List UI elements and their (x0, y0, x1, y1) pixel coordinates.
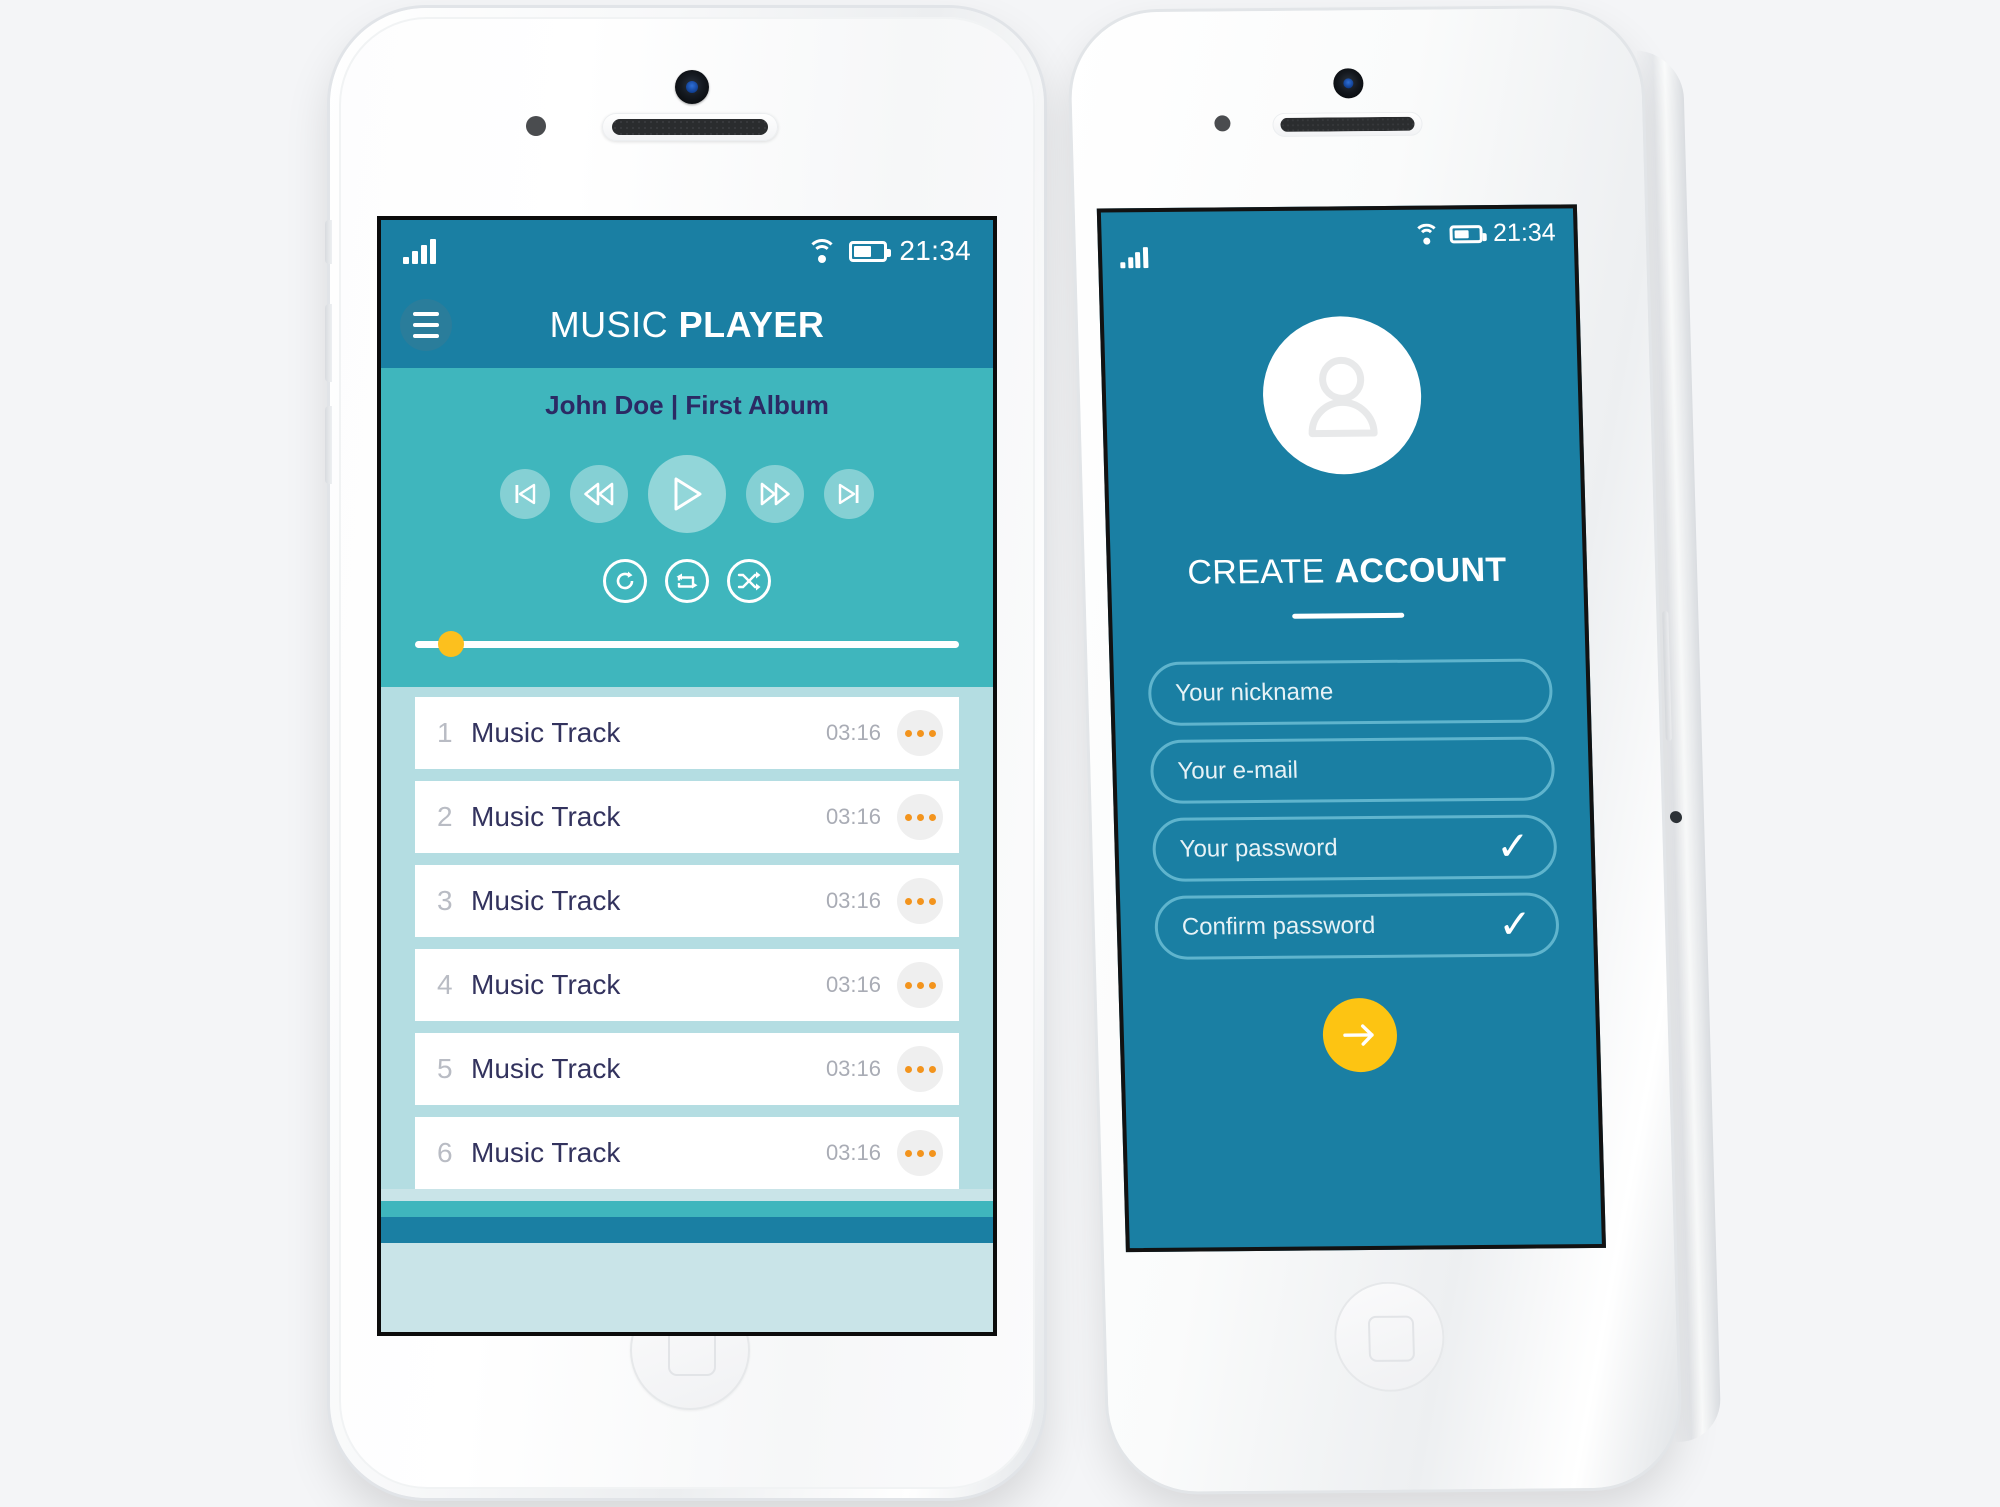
submit-button[interactable] (1321, 997, 1398, 1073)
volume-up-button[interactable] (325, 304, 332, 382)
phone-device-left: 21:34 MUSIC PLAYER John Doe | First Albu… (325, 8, 1044, 1498)
track-name: Music Track (471, 1053, 621, 1084)
track-name: Music Track (471, 1137, 621, 1168)
app-title-bold: PLAYER (678, 304, 825, 345)
footer-teal-strip (381, 1201, 993, 1217)
status-bar-left: 21:34 (381, 220, 993, 282)
more-options-icon[interactable] (897, 962, 943, 1008)
skip-previous-icon[interactable] (500, 469, 550, 519)
front-camera-icon (1332, 68, 1364, 99)
table-row[interactable]: 2 Music Track 03:16 (415, 781, 959, 853)
title-divider (1292, 612, 1405, 619)
email-placeholder: Your e-mail (1177, 756, 1299, 785)
status-time: 21:34 (899, 235, 971, 266)
app-title-light: MUSIC (549, 304, 669, 345)
more-options-icon[interactable] (897, 794, 943, 840)
music-player-screen: 21:34 MUSIC PLAYER John Doe | First Albu… (377, 216, 997, 1336)
signup-form: Your nickname Your e-mail Your password … (1147, 658, 1560, 960)
track-duration: 03:16 (825, 888, 881, 913)
confirm-password-field[interactable]: Confirm password ✓ (1153, 892, 1560, 960)
wifi-icon (807, 239, 838, 263)
avatar (1260, 315, 1424, 475)
skip-next-icon[interactable] (824, 469, 874, 519)
track-number: 2 (437, 801, 453, 832)
track-duration: 03:16 (825, 1140, 881, 1165)
app-bar: MUSIC PLAYER (381, 282, 993, 368)
confirm-password-placeholder: Confirm password (1181, 911, 1376, 941)
track-list: 1 Music Track 03:16 2 Music Track 03:16 … (381, 687, 993, 1189)
create-account-screen: 21:34 CREATE ACCOUNT Your nickname Your … (1096, 204, 1606, 1253)
table-row[interactable]: 5 Music Track 03:16 (415, 1033, 959, 1105)
user-avatar-icon (1308, 356, 1378, 438)
progress-slider[interactable] (415, 631, 959, 657)
rewind-icon[interactable] (570, 465, 628, 523)
silent-switch[interactable] (325, 220, 332, 264)
proximity-sensor-icon (526, 116, 546, 136)
status-time: 21:34 (1492, 218, 1557, 248)
table-row[interactable]: 1 Music Track 03:16 (415, 697, 959, 769)
wifi-icon (1413, 223, 1441, 245)
screenshot-stage: 21:34 MUSIC PLAYER John Doe | First Albu… (0, 0, 2000, 1507)
track-duration: 03:16 (825, 1056, 881, 1081)
track-name: Music Track (471, 885, 621, 916)
play-icon[interactable] (648, 455, 726, 533)
footer-blue-strip (381, 1217, 993, 1243)
password-field[interactable]: Your password ✓ (1151, 814, 1558, 882)
repeat-one-circle-icon[interactable] (603, 559, 647, 603)
progress-thumb[interactable] (437, 631, 464, 657)
status-bar-right: 21:34 (1101, 208, 1575, 282)
track-name: Music Track (471, 717, 621, 748)
track-name: Music Track (471, 801, 621, 832)
email-field[interactable]: Your e-mail (1149, 736, 1556, 804)
track-number: 3 (437, 885, 453, 916)
status-bar-right-group: 21:34 (1413, 218, 1557, 249)
phone-device-right: 21:34 CREATE ACCOUNT Your nickname Your … (1069, 7, 1722, 1493)
repeat-circle-icon[interactable] (665, 559, 709, 603)
player-panel: John Doe | First Album (381, 368, 993, 687)
track-duration: 03:16 (825, 804, 881, 829)
account-title-bold: ACCOUNT (1333, 550, 1508, 591)
valid-check-icon: ✓ (1497, 902, 1533, 947)
table-row[interactable]: 4 Music Track 03:16 (415, 949, 959, 1021)
proximity-sensor-icon (1214, 115, 1231, 132)
nickname-placeholder: Your nickname (1174, 678, 1334, 707)
earpiece-speaker (602, 113, 778, 141)
track-name: Music Track (471, 969, 621, 1000)
progress-track (415, 640, 959, 648)
signal-bars-icon (403, 238, 436, 264)
password-placeholder: Your password (1179, 834, 1338, 863)
more-options-icon[interactable] (897, 710, 943, 756)
earpiece-speaker (1272, 111, 1423, 137)
battery-icon (849, 240, 892, 262)
nickname-field[interactable]: Your nickname (1147, 658, 1554, 726)
now-playing-label: John Doe | First Album (545, 390, 829, 420)
track-number: 4 (437, 969, 453, 1000)
power-button[interactable] (1669, 810, 1683, 824)
playback-controls (381, 455, 993, 533)
track-number: 6 (437, 1137, 453, 1168)
track-duration: 03:16 (825, 972, 881, 997)
shuffle-circle-icon[interactable] (727, 559, 771, 603)
battery-icon (1449, 224, 1484, 243)
arrow-right-icon (1343, 1024, 1374, 1046)
fast-forward-icon[interactable] (746, 465, 804, 523)
table-row[interactable]: 3 Music Track 03:16 (415, 865, 959, 937)
signal-bars-icon (1120, 246, 1148, 269)
status-bar-right-group: 21:34 (807, 235, 971, 267)
playback-mode-controls (381, 559, 993, 603)
account-title-light: CREATE (1186, 552, 1326, 592)
more-options-icon[interactable] (897, 878, 943, 924)
front-camera-icon (675, 70, 709, 104)
track-number: 5 (437, 1053, 453, 1084)
volume-down-button[interactable] (325, 406, 332, 484)
more-options-icon[interactable] (897, 1130, 943, 1176)
track-number: 1 (437, 717, 453, 748)
screen-title: CREATE ACCOUNT (1110, 550, 1583, 593)
hamburger-menu-icon[interactable] (400, 299, 452, 351)
more-options-icon[interactable] (897, 1046, 943, 1092)
table-row[interactable]: 6 Music Track 03:16 (415, 1117, 959, 1189)
valid-check-icon: ✓ (1495, 824, 1531, 869)
track-duration: 03:16 (825, 720, 881, 745)
page-title: MUSIC PLAYER (381, 304, 993, 346)
